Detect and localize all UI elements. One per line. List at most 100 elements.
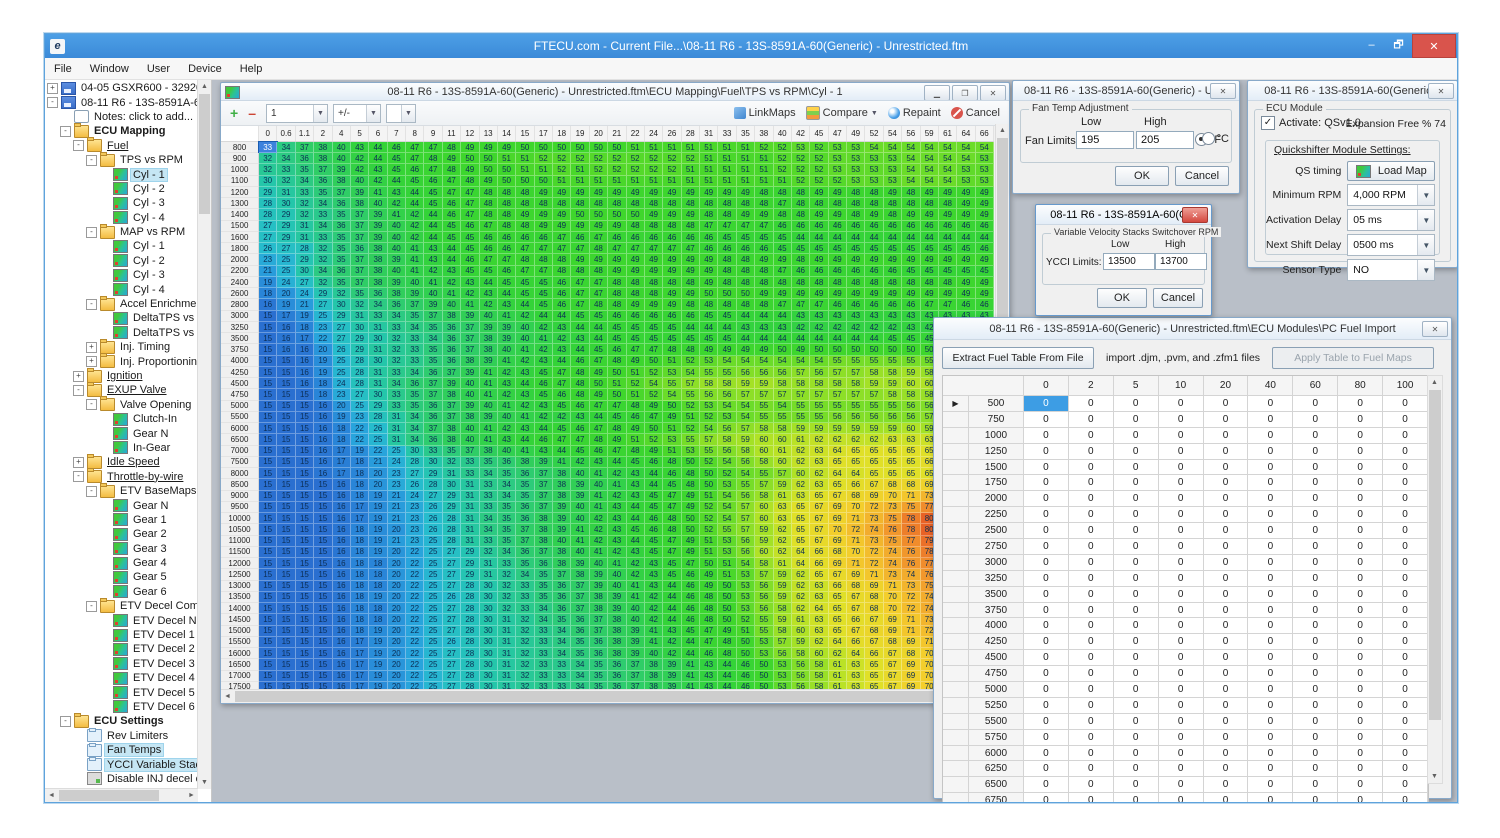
fuel-map-cell[interactable]: 57	[774, 468, 792, 479]
fuel-map-cell[interactable]: 36	[516, 502, 534, 513]
fuel-map-cell[interactable]: 45	[608, 412, 626, 423]
fuel-map-cell[interactable]: 47	[535, 243, 553, 254]
pcf-cell[interactable]: 0	[1114, 444, 1159, 460]
fuel-map-cell[interactable]: 40	[590, 479, 608, 490]
fuel-map-row-header[interactable]: 7000	[221, 446, 259, 457]
fuel-map-cell[interactable]: 15	[296, 558, 314, 569]
pcf-row-header[interactable]: 5250	[969, 698, 1024, 714]
fuel-map-row-header[interactable]: 2600	[221, 288, 259, 299]
fuel-map-cell[interactable]: 36	[590, 637, 608, 648]
fuel-map-cell[interactable]: 20	[388, 671, 406, 682]
fuel-map-cell[interactable]: 41	[590, 547, 608, 558]
fuel-map-cell[interactable]: 52	[590, 164, 608, 175]
fuel-map-cell[interactable]: 49	[737, 344, 755, 355]
fuel-map-cell[interactable]: 41	[424, 277, 442, 288]
fuel-map-cell[interactable]: 50	[480, 153, 498, 164]
pcf-row-header[interactable]: 4500	[969, 650, 1024, 666]
fuel-map-cell[interactable]: 51	[627, 176, 645, 187]
fuel-map-cell[interactable]: 61	[792, 614, 810, 625]
fuel-map-cell[interactable]: 58	[792, 378, 810, 389]
fuel-map-cell[interactable]: 31	[461, 513, 479, 524]
fuel-map-cell[interactable]: 45	[535, 367, 553, 378]
fuel-map-cell[interactable]: 47	[480, 254, 498, 265]
fuel-map-cell[interactable]: 52	[553, 153, 571, 164]
fuel-map-cell[interactable]: 16	[333, 502, 351, 513]
pcf-cell[interactable]: 0	[1114, 571, 1159, 587]
fuel-map-cell[interactable]: 35	[516, 491, 534, 502]
fuel-map-cell[interactable]: 26	[443, 592, 461, 603]
fuel-map-cell[interactable]: 60	[902, 423, 920, 434]
fuel-map-cell[interactable]: 54	[718, 502, 736, 513]
pcf-cell[interactable]: 0	[1024, 730, 1069, 746]
tree-item[interactable]: Cyl - 4	[45, 211, 198, 225]
fuel-map-cell[interactable]: 48	[608, 356, 626, 367]
fuel-map-cell[interactable]: 42	[792, 322, 810, 333]
fuel-map-cell[interactable]: 36	[351, 243, 369, 254]
pcf-cell[interactable]: 0	[1204, 587, 1249, 603]
fuel-map-column-header[interactable]: 6	[369, 126, 387, 141]
scroll-up-icon[interactable]: ▲	[198, 80, 211, 93]
fuel-map-cell[interactable]: 15	[296, 581, 314, 592]
fuel-map-cell[interactable]: 49	[884, 288, 902, 299]
fuel-map-cell[interactable]: 20	[388, 547, 406, 558]
fuel-map-cell[interactable]: 29	[296, 254, 314, 265]
fuel-map-column-header[interactable]: 15	[516, 126, 534, 141]
fuel-map-cell[interactable]: 16	[314, 401, 332, 412]
fuel-map-cell[interactable]: 22	[406, 592, 424, 603]
fuel-map-cell[interactable]: 45	[627, 524, 645, 535]
fuel-map-cell[interactable]: 64	[792, 558, 810, 569]
fuel-map-cell[interactable]: 46	[865, 266, 883, 277]
fuel-map-cell[interactable]: 54	[737, 468, 755, 479]
fuel-map-cell[interactable]: 65	[902, 446, 920, 457]
fuel-map-cell[interactable]: 22	[406, 637, 424, 648]
fuel-map-cell[interactable]: 33	[553, 659, 571, 670]
pcf-cell[interactable]: 0	[1293, 539, 1338, 555]
fuel-map-cell[interactable]: 58	[755, 423, 773, 434]
fuel-map-cell[interactable]: 72	[865, 502, 883, 513]
fuel-map-column-header[interactable]: 13	[480, 126, 498, 141]
fuel-map-cell[interactable]: 44	[737, 311, 755, 322]
fuel-map-cell[interactable]: 42	[443, 277, 461, 288]
pcf-cell[interactable]: 0	[1383, 746, 1428, 762]
fuel-map-cell[interactable]: 65	[829, 457, 847, 468]
tree-vertical-scrollbar[interactable]: ▲ ▼	[197, 80, 211, 789]
fuel-map-cell[interactable]: 36	[443, 322, 461, 333]
pcf-cell[interactable]: 0	[1114, 698, 1159, 714]
fuel-map-cell[interactable]: 15	[259, 412, 277, 423]
fuel-map-cell[interactable]: 37	[516, 536, 534, 547]
tree-item[interactable]: ETV Decel 1	[45, 628, 198, 642]
fuel-map-cell[interactable]: 44	[406, 198, 424, 209]
fuel-map-cell[interactable]: 50	[884, 344, 902, 355]
fuel-map-cell[interactable]: 22	[406, 547, 424, 558]
fuel-map-cell[interactable]: 48	[737, 277, 755, 288]
fuel-map-cell[interactable]: 38	[535, 524, 553, 535]
fuel-map-cell[interactable]: 54	[939, 142, 957, 153]
pcf-cell[interactable]: 0	[1248, 777, 1293, 793]
fuel-map-cell[interactable]: 38	[369, 277, 387, 288]
fuel-map-cell[interactable]: 32	[351, 299, 369, 310]
fuel-map-cell[interactable]: 27	[351, 389, 369, 400]
fuel-map-cell[interactable]: 51	[755, 153, 773, 164]
fuel-map-cell[interactable]: 37	[535, 491, 553, 502]
fuel-map-cell[interactable]: 48	[902, 198, 920, 209]
fuel-map-cell[interactable]: 19	[314, 367, 332, 378]
fuel-map-cell[interactable]: 21	[388, 536, 406, 547]
fuel-map-cell[interactable]: 35	[498, 468, 516, 479]
collapse-icon[interactable]: -	[86, 299, 97, 310]
fuel-map-cell[interactable]: 48	[516, 221, 534, 232]
fuel-map-cell[interactable]: 40	[388, 232, 406, 243]
fuel-map-cell[interactable]: 48	[682, 198, 700, 209]
fuel-map-cell[interactable]: 21	[296, 299, 314, 310]
fuel-map-cell[interactable]: 58	[810, 378, 828, 389]
fuel-map-cell[interactable]: 40	[461, 423, 479, 434]
fuel-map-cell[interactable]: 48	[700, 299, 718, 310]
pcf-row-header[interactable]: 1500	[969, 460, 1024, 476]
fuel-map-cell[interactable]: 49	[682, 187, 700, 198]
fuel-map-cell[interactable]: 49	[571, 187, 589, 198]
fuel-map-cell[interactable]: 43	[884, 311, 902, 322]
apply-table-button[interactable]: Apply Table to Fuel Maps	[1272, 347, 1434, 369]
fuel-map-cell[interactable]: 37	[424, 378, 442, 389]
fuel-map-cell[interactable]: 19	[369, 536, 387, 547]
fuel-map-cell[interactable]: 26	[424, 502, 442, 513]
fuel-map-cell[interactable]: 59	[884, 423, 902, 434]
